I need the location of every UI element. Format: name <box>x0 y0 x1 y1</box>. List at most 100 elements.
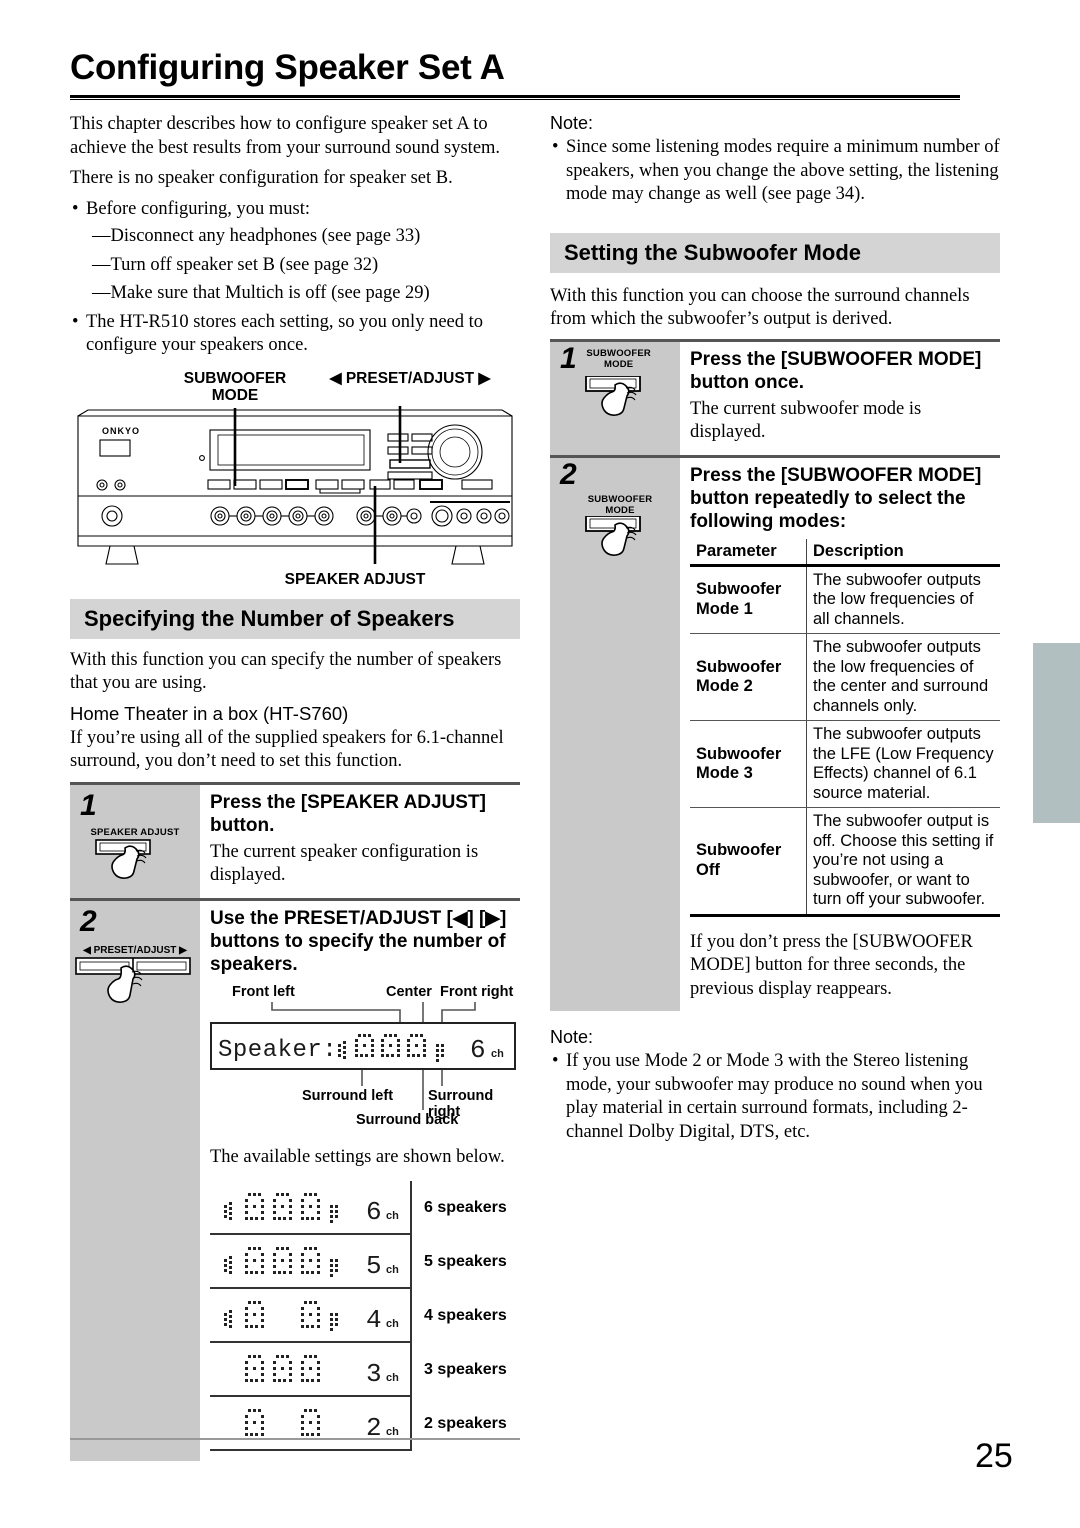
setting-channels: 4 <box>366 1305 382 1335</box>
step-2-button-label: ◀ PRESET/ADJUST ▶ <box>83 944 187 956</box>
param-description: The subwoofer output is off. Choose this… <box>806 807 1000 917</box>
step-number: 1 <box>80 788 97 822</box>
table-row: Subwoofer Off The subwoofer output is of… <box>690 807 1000 917</box>
setting-row: 4 ch 4 speakers <box>210 1289 520 1343</box>
param-name: Subwoofer Mode 1 <box>690 565 807 634</box>
callout-preset-adjust: ◀ PRESET/ADJUST ▶ <box>329 369 491 387</box>
step-2-panel: 2 ◀ PRESET/ADJUST ▶ <box>70 897 200 1461</box>
page-number: 25 <box>975 1437 1013 1475</box>
page-title: Configuring Speaker Set A <box>70 48 505 87</box>
speakers-para-1: With this function you can specify the n… <box>70 649 502 694</box>
title-divider <box>70 95 960 100</box>
setting-channels: 6 <box>366 1197 382 1227</box>
setting-label-6: 6 speakers <box>424 1199 507 1216</box>
lcd-text: Speaker: <box>218 1037 337 1064</box>
setting-display-6: 6 ch <box>210 1181 412 1235</box>
svg-text:ONKYO: ONKYO <box>102 426 140 436</box>
step-2-body: Use the PRESET/ADJUST [◀] [▶] buttons to… <box>200 897 520 1461</box>
list-item: If you use Mode 2 or Mode 3 with the Ste… <box>550 1050 1000 1144</box>
label-front-left: Front left <box>232 983 295 1000</box>
setting-label-3: 3 speakers <box>424 1361 507 1378</box>
lcd-ch-unit: ch <box>491 1048 504 1060</box>
sw-step-1-detail: The current subwoofer mode is displayed. <box>690 398 922 443</box>
setting-display-2: 2 ch <box>210 1397 412 1451</box>
label-surround-left: Surround left <box>302 1087 394 1104</box>
table-row: Subwoofer Mode 1 The subwoofer outputs t… <box>690 565 1000 634</box>
section-heading-speakers: Specifying the Number of Speakers <box>70 598 520 639</box>
label-front-right: Front right <box>440 983 514 1000</box>
page-edge-tab <box>1033 643 1080 823</box>
table-row: Subwoofer Mode 2 The subwoofer outputs t… <box>690 633 1000 721</box>
bottom-divider <box>70 1438 520 1440</box>
store-settings-list: The HT-R510 stores each setting, so you … <box>70 311 520 358</box>
right-column: Note: Since some listening modes require… <box>550 113 1000 1148</box>
step-2-instruction: Use the PRESET/ADJUST [◀] [▶] buttons to… <box>210 907 507 975</box>
setting-row: 3 ch 3 speakers <box>210 1343 520 1397</box>
setting-display-3: 3 ch <box>210 1343 412 1397</box>
manual-page: Configuring Speaker Set A This chapter d… <box>0 0 1080 1528</box>
step-row: 1 SPEAKER ADJUST Press the [SPEAKER ADJU… <box>70 781 520 899</box>
speaker-settings-list: 6 ch 6 speakers 5 ch 5 speakers 4 ch 4 s… <box>210 1181 520 1451</box>
note-list-bottom: If you use Mode 2 or Mode 3 with the Ste… <box>550 1050 1000 1144</box>
sw-step-1-instruction: Press the [SUBWOOFER MODE] button once. <box>690 348 982 393</box>
lcd-display-diagram: Front left Center Front right Speaker: 6… <box>210 984 520 1144</box>
param-description: The subwoofer outputs the low frequencie… <box>806 565 1000 634</box>
setting-label-5: 5 speakers <box>424 1253 507 1270</box>
setting-ch-unit: ch <box>386 1426 399 1438</box>
setting-label-4: 4 speakers <box>424 1307 507 1324</box>
step-number: 2 <box>80 904 97 938</box>
after-table-text: If you don’t press the [SUBWOOFER MODE] … <box>690 931 973 999</box>
sw-step-2-panel: 2 SUBWOOFER MODE <box>550 454 680 1011</box>
setting-ch-unit: ch <box>386 1372 399 1384</box>
section-heading-subwoofer: Setting the Subwoofer Mode <box>550 232 1000 273</box>
step-1-detail: The current speaker configuration is dis… <box>210 841 479 886</box>
step-1-body: Press the [SPEAKER ADJUST] button. The c… <box>200 781 520 899</box>
table-header-row: Parameter Description <box>690 538 1000 567</box>
step-1-panel: 1 SPEAKER ADJUST <box>70 781 200 899</box>
setting-ch-unit: ch <box>386 1318 399 1330</box>
setting-row: 6 ch 6 speakers <box>210 1181 520 1235</box>
setting-channels: 3 <box>366 1359 382 1389</box>
sw-step-1-panel: 1 SUBWOOFER MODE <box>550 338 680 456</box>
step-number: 2 <box>560 457 577 491</box>
param-description: The subwoofer outputs the low frequencie… <box>806 633 1000 721</box>
step-number: 1 <box>560 341 577 375</box>
param-name: Subwoofer Off <box>690 807 807 917</box>
dash-item-2: —Turn off speaker set B (see page 32) <box>92 254 379 275</box>
subwoofer-steps-table: 1 SUBWOOFER MODE Press the [SUBWOOFER MO… <box>550 338 1000 1011</box>
intro-paragraph-1: This chapter describes how to configure … <box>70 114 501 158</box>
label-surround-back: Surround back <box>356 1111 459 1128</box>
label-center: Center <box>386 983 432 1000</box>
step-1-button-art <box>70 838 200 884</box>
subwoofer-parameter-table: Parameter Description Subwoofer Mode 1 T… <box>690 538 1000 917</box>
list-item: The HT-R510 stores each setting, so you … <box>70 311 520 358</box>
param-name: Subwoofer Mode 2 <box>690 633 807 721</box>
setting-channels: 5 <box>366 1251 382 1281</box>
subwoofer-para-1: With this function you can choose the su… <box>550 285 970 330</box>
lcd-channel-count: 6 <box>470 1035 486 1065</box>
step-row: 1 SUBWOOFER MODE Press the [SUBWOOFER MO… <box>550 338 1000 456</box>
setting-ch-unit: ch <box>386 1264 399 1276</box>
lcd-leader-lines-top <box>271 1001 476 1024</box>
step-1-button-label: SPEAKER ADJUST <box>90 826 180 838</box>
note-list-top: Since some listening modes require a min… <box>550 136 1000 207</box>
step-row: 2 SUBWOOFER MODE Press the [SUBWOOFER MO… <box>550 454 1000 1011</box>
param-description: The subwoofer outputs the LFE (Low Frequ… <box>806 720 1000 808</box>
left-column: This chapter describes how to configure … <box>70 113 520 1461</box>
lcd-screen: Speaker: 6 ch <box>210 1021 516 1070</box>
setting-ch-unit: ch <box>386 1210 399 1222</box>
speakers-para-2: If you’re using all of the supplied spea… <box>70 727 504 772</box>
table-row: Subwoofer Mode 3 The subwoofer outputs t… <box>690 720 1000 808</box>
step-1-instruction: Press the [SPEAKER ADJUST] button. <box>210 791 486 836</box>
note-label-bottom: Note: <box>550 1027 594 1047</box>
list-item: Since some listening modes require a min… <box>550 136 1000 207</box>
sw-step-2-instruction: Press the [SUBWOOFER MODE] button repeat… <box>690 464 982 532</box>
param-name: Subwoofer Mode 3 <box>690 720 807 808</box>
prereq-list: Before configuring, you must: <box>70 198 520 222</box>
setting-row: 5 ch 5 speakers <box>210 1235 520 1289</box>
dash-item-1: —Disconnect any headphones (see page 33) <box>92 226 421 246</box>
list-item: Before configuring, you must: <box>70 198 520 222</box>
sw-step-1-body: Press the [SUBWOOFER MODE] button once. … <box>680 338 1000 456</box>
speakers-subheading: Home Theater in a box (HT-S760) <box>70 702 349 724</box>
sw-step-1-button-label: SUBWOOFER MODE <box>586 347 651 370</box>
